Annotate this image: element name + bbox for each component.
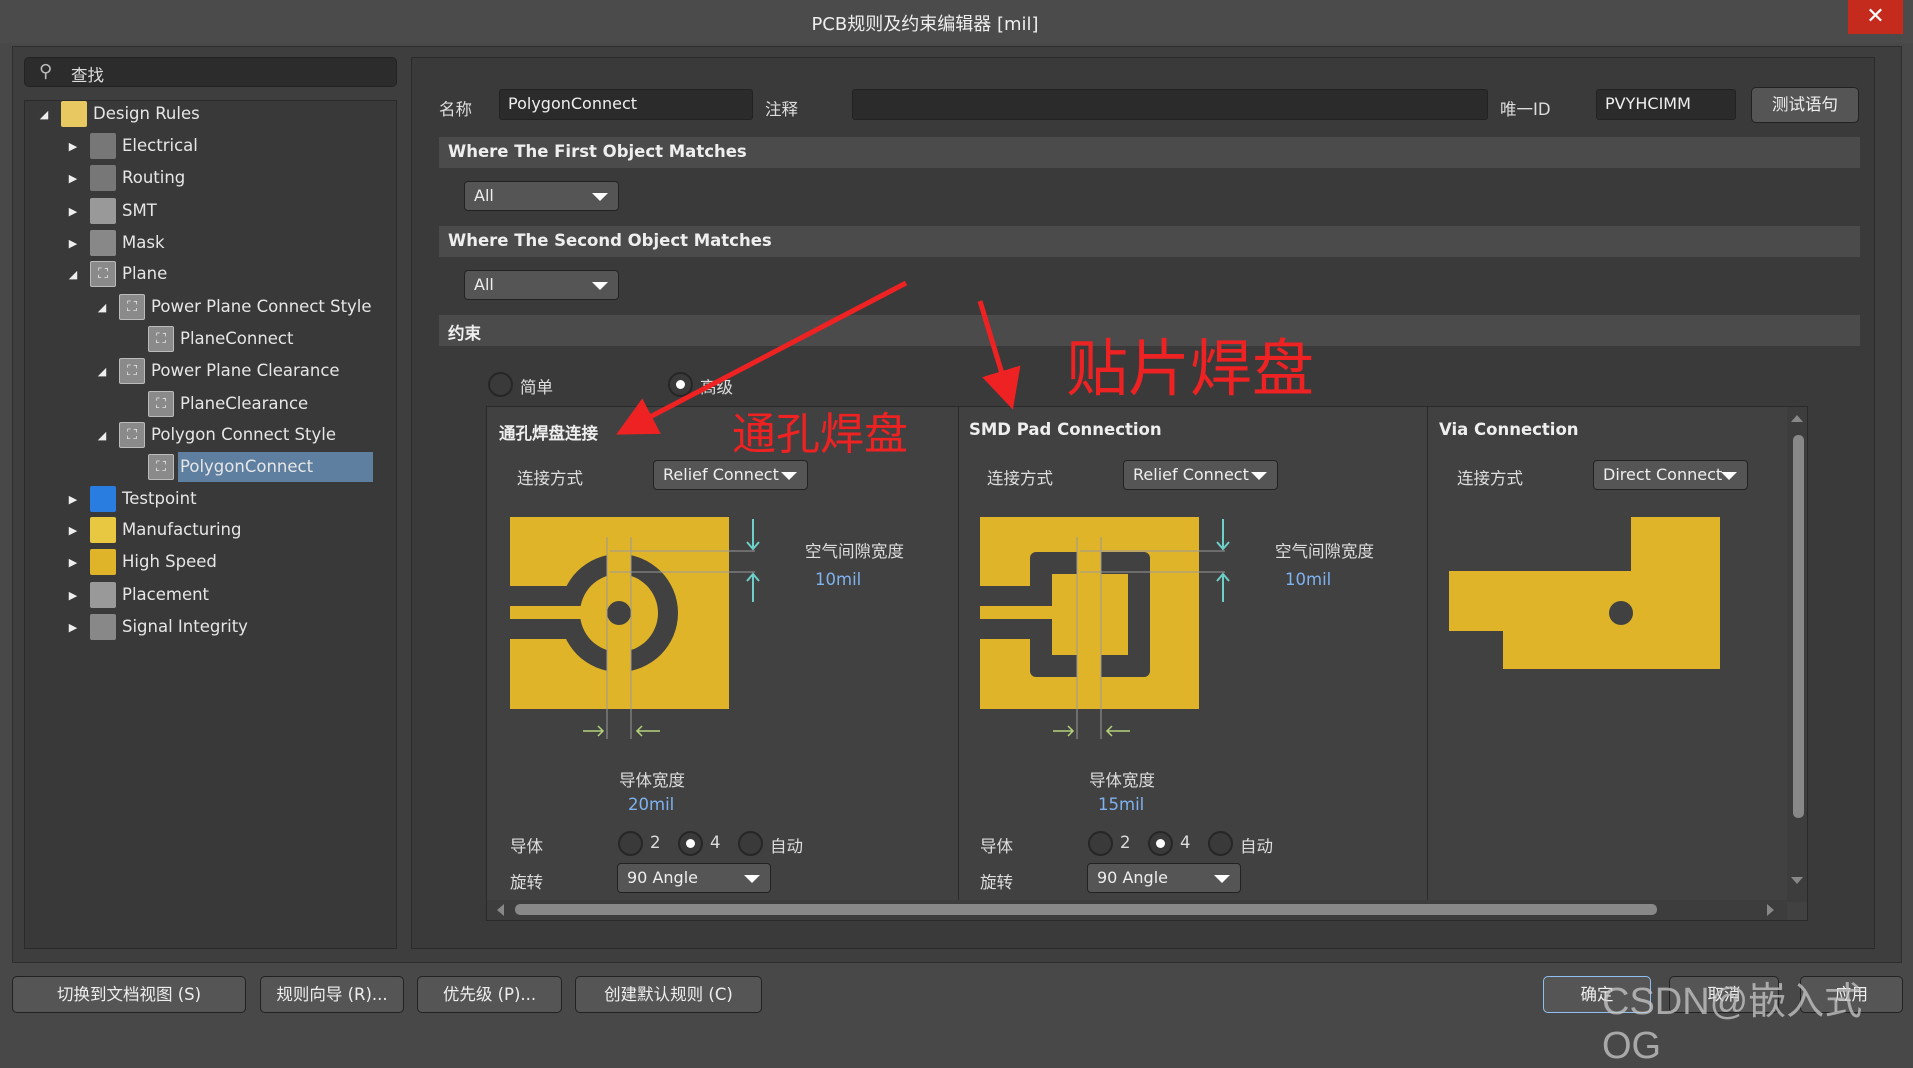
annotation-arrows — [616, 280, 1021, 435]
watermark: CSDN@嵌入式OG — [1602, 981, 1863, 1067]
arrow-smd — [977, 300, 1021, 410]
annotation-through-hole: 通孔焊盘 — [732, 409, 908, 460]
rule-wizard-button[interactable]: 规则向导 (R)... — [260, 976, 404, 1013]
annotation-smd: 贴片焊盘 — [1066, 332, 1315, 405]
document-view-button[interactable]: 切换到文档视图 (S) — [12, 976, 246, 1013]
priority-button[interactable]: 优先级 (P)... — [417, 976, 562, 1013]
create-default-rules-button[interactable]: 创建默认规则 (C) — [575, 976, 762, 1013]
